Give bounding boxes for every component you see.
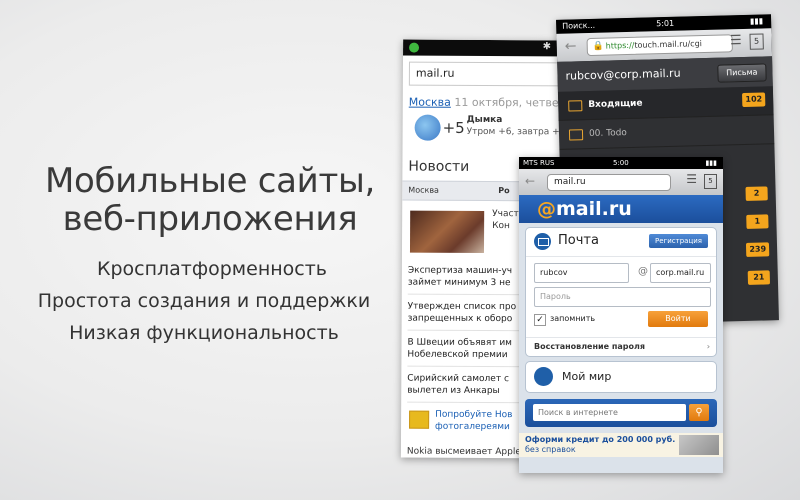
gallery-icon: [409, 410, 430, 429]
password-row: Пароль: [534, 287, 711, 309]
mailru-logo-bar: @mail.ru: [519, 195, 723, 223]
restore-password-link[interactable]: Восстановление пароля ›: [526, 337, 716, 356]
carrier-name: MTS RUS: [523, 159, 555, 167]
folder-icon: [568, 129, 584, 141]
news-item-first-line1: Участ: [492, 209, 519, 220]
status-search: Поиск...: [562, 20, 596, 31]
folder-count-badge: 239: [746, 242, 770, 257]
remember-label: запомнить: [550, 314, 596, 323]
menu-icon[interactable]: ☰: [686, 172, 697, 186]
remember-row: ✓ запомнить Войти: [534, 311, 708, 333]
credit-cards-image: [679, 435, 719, 455]
safari-toolbar: ← mail.ru ☰ 5: [519, 169, 723, 195]
news-photo[interactable]: [409, 210, 485, 253]
login-button[interactable]: Войти: [648, 311, 708, 327]
status-time: 5:01: [656, 18, 675, 29]
weather-widget[interactable]: +5 Дымка Утром +6, завтра +8: [413, 113, 575, 146]
folder-count-badge: 21: [747, 270, 771, 285]
battery-icon: ▮▮▮: [705, 159, 717, 167]
domain-select[interactable]: corp.mail.ru: [650, 263, 711, 283]
folder-todo[interactable]: 00. Todo: [558, 115, 775, 150]
url-field[interactable]: 🔒 https://touch.mail.ru/cgi: [586, 34, 733, 57]
slide-title-line1: Мобильные сайты,: [44, 161, 376, 201]
slide-title-line2: веб-приложения: [62, 199, 358, 239]
folder-count-badge: 2: [745, 186, 768, 201]
login-input[interactable]: rubcov: [534, 263, 629, 283]
folder-label: 00. Todo: [588, 128, 628, 140]
slide-text-area: Мобильные сайты, веб-приложения Кросплат…: [0, 0, 420, 500]
folder-label: Входящие: [588, 98, 643, 111]
search-icon[interactable]: ⚲: [689, 404, 709, 421]
web-search-bar: Поиск в интернете ⚲: [525, 399, 717, 427]
mail-login-card: Почта Регистрация rubcov @ corp.mail.ru …: [525, 227, 717, 357]
slide-title: Мобильные сайты, веб-приложения: [30, 162, 390, 238]
search-input[interactable]: Поиск в интернете: [533, 404, 686, 421]
bluetooth-icon: ✱: [542, 41, 552, 53]
url-host: touch.mail.ru/cgi: [634, 39, 703, 50]
back-arrow-icon[interactable]: ←: [525, 174, 535, 188]
restore-password-label: Восстановление пароля: [534, 342, 645, 351]
logo-text: mail.ru: [556, 198, 632, 220]
ad-line1: Оформи кредит до 200 000 руб.: [525, 435, 676, 444]
at-sign: @: [638, 266, 648, 277]
notification-icon: [409, 42, 420, 53]
date-text: 11 октября, четверг: [454, 95, 572, 110]
lock-icon: 🔒: [592, 41, 605, 52]
city-link[interactable]: Москва: [409, 96, 451, 109]
bullet-crossplatform: Кросплатформенность: [96, 258, 328, 280]
ios-status-bar: MTS RUS 5:00 ▮▮▮: [519, 157, 723, 169]
battery-icon: ▮▮▮: [749, 16, 764, 26]
weather-icon: [414, 114, 441, 141]
url-field[interactable]: mail.ru: [547, 174, 671, 191]
mail-card-header: Почта Регистрация: [526, 228, 716, 257]
back-arrow-icon[interactable]: ←: [565, 38, 577, 54]
date-line: Москва 11 октября, четверг: [409, 95, 572, 110]
login-row: rubcov @ corp.mail.ru: [534, 263, 711, 285]
news-item-first[interactable]: Участ Кон: [492, 208, 519, 232]
account-email: rubcov@corp.mail.ru: [565, 66, 681, 83]
ad-line2: без справок: [525, 445, 576, 454]
unread-count-badge: 102: [742, 92, 766, 108]
mail-title: Почта: [558, 233, 599, 248]
weather-title: Дымка: [466, 114, 503, 126]
chevron-right-icon: ›: [706, 342, 710, 351]
iphone-login-screenshot: MTS RUS 5:00 ▮▮▮ ← mail.ru ☰ 5 @mail.ru …: [519, 157, 723, 473]
mailru-logo: @mail.ru: [537, 198, 632, 220]
letters-button[interactable]: Письма: [716, 63, 767, 83]
menu-icon[interactable]: ☰: [730, 33, 742, 48]
tabs-icon[interactable]: 5: [749, 33, 764, 50]
remember-checkbox[interactable]: ✓: [534, 314, 546, 326]
my-world-link[interactable]: Мой мир: [525, 361, 717, 393]
folder-count-badge: 1: [746, 214, 769, 229]
mail-envelope-icon: [534, 233, 551, 250]
bullet-low-functionality: Низкая функциональность: [69, 322, 339, 344]
tabs-icon[interactable]: 5: [704, 174, 717, 189]
my-world-label: Мой мир: [562, 370, 612, 383]
bullet-simplicity: Простота создания и поддержки: [37, 290, 371, 312]
android-status-bar: ✱ ⏰: [403, 39, 576, 57]
password-input[interactable]: Пароль: [534, 287, 711, 307]
url-scheme: https://: [605, 40, 635, 51]
android-address-bar[interactable]: mail.ru: [408, 61, 569, 87]
weather-forecast: Утром +6, завтра +8: [466, 126, 566, 138]
status-time: 5:00: [613, 159, 629, 167]
logo-at: @: [537, 198, 556, 220]
envelope-icon: [568, 100, 583, 112]
tab-russia[interactable]: Ро: [498, 182, 509, 200]
my-world-icon: [534, 367, 553, 386]
weather-temperature: +5: [442, 118, 465, 137]
register-button[interactable]: Регистрация: [649, 234, 708, 248]
news-item-first-line2: Кон: [492, 221, 510, 232]
ad-banner[interactable]: Оформи кредит до 200 000 руб. без справо…: [519, 433, 723, 457]
tab-moscow[interactable]: Москва: [408, 186, 439, 195]
